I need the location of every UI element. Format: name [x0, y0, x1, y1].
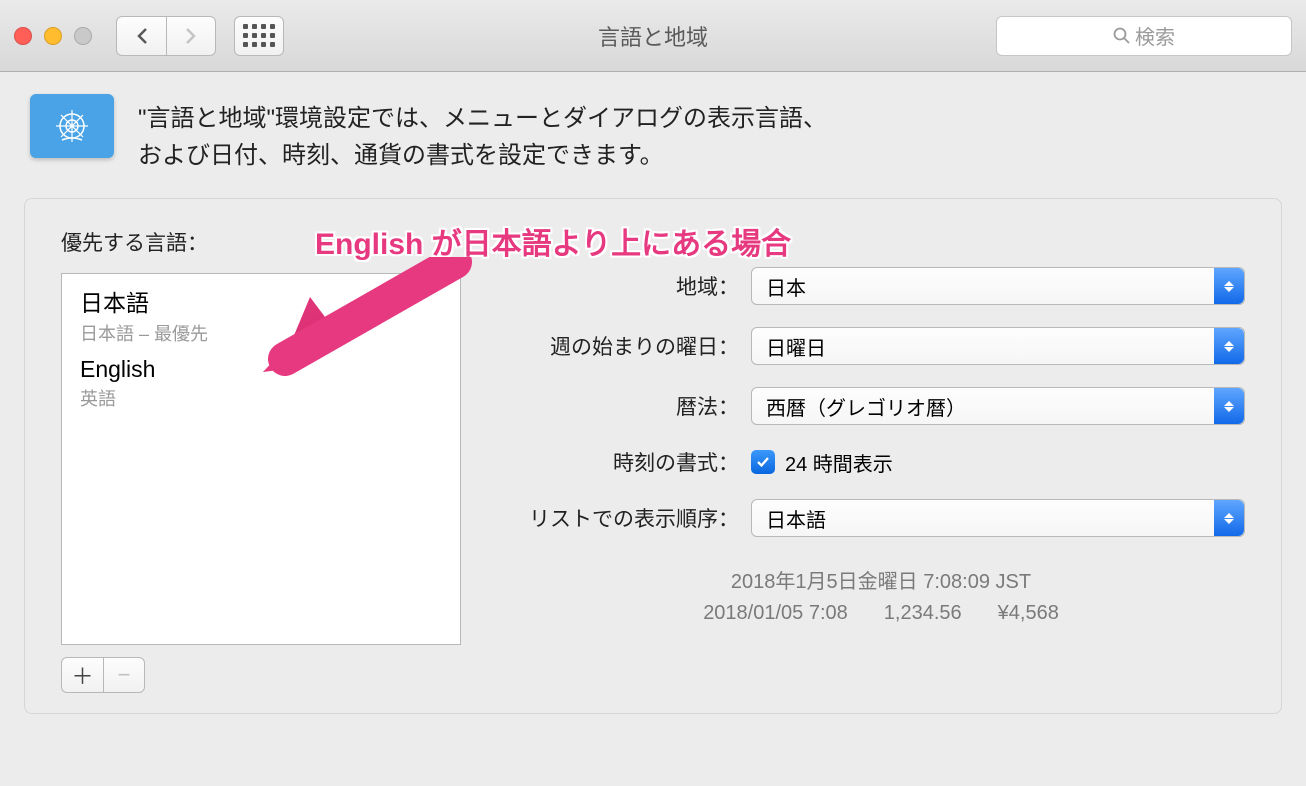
week-start-label: 週の始まりの曜日： [517, 331, 751, 361]
language-item[interactable]: English 英語 [62, 352, 460, 417]
content: "言語と地域"環境設定では、メニューとダイアログの表示言語、 および日付、時刻、… [0, 72, 1306, 736]
minus-icon: − [118, 662, 131, 688]
window-controls [14, 27, 92, 45]
back-button[interactable] [116, 16, 166, 56]
region-row: 地域： 日本 [517, 267, 1245, 305]
left-column: 優先する言語： 日本語 日本語 – 最優先 English 英語 ＋ − [61, 227, 461, 693]
language-subtext: 日本語 – 最優先 [80, 320, 442, 346]
time-24h-checkbox[interactable] [751, 450, 775, 474]
un-flag-icon [30, 94, 114, 158]
language-list[interactable]: 日本語 日本語 – 最優先 English 英語 [61, 273, 461, 645]
grid-icon [243, 24, 275, 47]
format-example: 2018年1月5日金曜日 7:08:09 JST 2018/01/05 7:08… [517, 567, 1245, 629]
example-number: 1,234.56 [884, 598, 962, 629]
settings-panel: English が日本語より上にある場合 優先する言語： 日本語 日本語 – 最… [24, 198, 1282, 714]
example-line1: 2018年1月5日金曜日 7:08:09 JST [517, 567, 1245, 598]
time-format-label: 時刻の書式： [517, 447, 751, 477]
remove-language-button[interactable]: − [103, 657, 145, 693]
window-title: 言語と地域 [598, 20, 708, 52]
plus-icon: ＋ [71, 659, 93, 691]
show-all-button[interactable] [234, 16, 284, 56]
time-24h-label: 24 時間表示 [785, 448, 893, 477]
sort-order-label: リストでの表示順序： [517, 503, 751, 533]
add-language-button[interactable]: ＋ [61, 657, 103, 693]
time-format-row: 時刻の書式： 24 時間表示 [517, 447, 1245, 477]
zoom-window-button[interactable] [74, 27, 92, 45]
region-value: 日本 [766, 272, 806, 301]
language-item[interactable]: 日本語 日本語 – 最優先 [62, 280, 460, 352]
minimize-window-button[interactable] [44, 27, 62, 45]
close-window-button[interactable] [14, 27, 32, 45]
week-start-select[interactable]: 日曜日 [751, 327, 1245, 365]
list-controls: ＋ − [61, 657, 461, 693]
language-name: English [80, 356, 442, 383]
select-arrows-icon [1214, 328, 1244, 364]
header-description: "言語と地域"環境設定では、メニューとダイアログの表示言語、 および日付、時刻、… [138, 94, 827, 174]
select-arrows-icon [1214, 268, 1244, 304]
annotation-text: English が日本語より上にある場合 [315, 219, 791, 263]
checkmark-icon [756, 455, 770, 469]
example-currency: ¥4,568 [998, 598, 1059, 629]
select-arrows-icon [1214, 500, 1244, 536]
example-date: 2018/01/05 7:08 [703, 598, 848, 629]
search-input[interactable]: 検索 [996, 16, 1292, 56]
select-arrows-icon [1214, 388, 1244, 424]
sort-order-value: 日本語 [766, 504, 826, 533]
header-line2: および日付、時刻、通貨の書式を設定できます。 [138, 137, 827, 174]
right-column: 地域： 日本 週の始まりの曜日： 日曜日 暦法： [517, 227, 1245, 693]
sort-order-row: リストでの表示順序： 日本語 [517, 499, 1245, 537]
search-placeholder: 検索 [1135, 21, 1175, 50]
header-row: "言語と地域"環境設定では、メニューとダイアログの表示言語、 および日付、時刻、… [24, 94, 1282, 174]
language-name: 日本語 [80, 284, 442, 318]
calendar-label: 暦法： [517, 391, 751, 421]
forward-button[interactable] [166, 16, 216, 56]
week-start-value: 日曜日 [766, 332, 826, 361]
calendar-select[interactable]: 西暦（グレゴリオ暦） [751, 387, 1245, 425]
time-format-checkbox-row: 24 時間表示 [751, 448, 1245, 477]
search-wrap: 検索 [996, 16, 1292, 56]
sort-order-select[interactable]: 日本語 [751, 499, 1245, 537]
calendar-row: 暦法： 西暦（グレゴリオ暦） [517, 387, 1245, 425]
calendar-value: 西暦（グレゴリオ暦） [766, 392, 966, 421]
nav-group [116, 16, 216, 56]
region-select[interactable]: 日本 [751, 267, 1245, 305]
titlebar: 言語と地域 検索 [0, 0, 1306, 72]
header-line1: "言語と地域"環境設定では、メニューとダイアログの表示言語、 [138, 100, 827, 137]
language-subtext: 英語 [80, 385, 442, 411]
week-start-row: 週の始まりの曜日： 日曜日 [517, 327, 1245, 365]
search-icon [1113, 27, 1131, 45]
region-label: 地域： [517, 271, 751, 301]
